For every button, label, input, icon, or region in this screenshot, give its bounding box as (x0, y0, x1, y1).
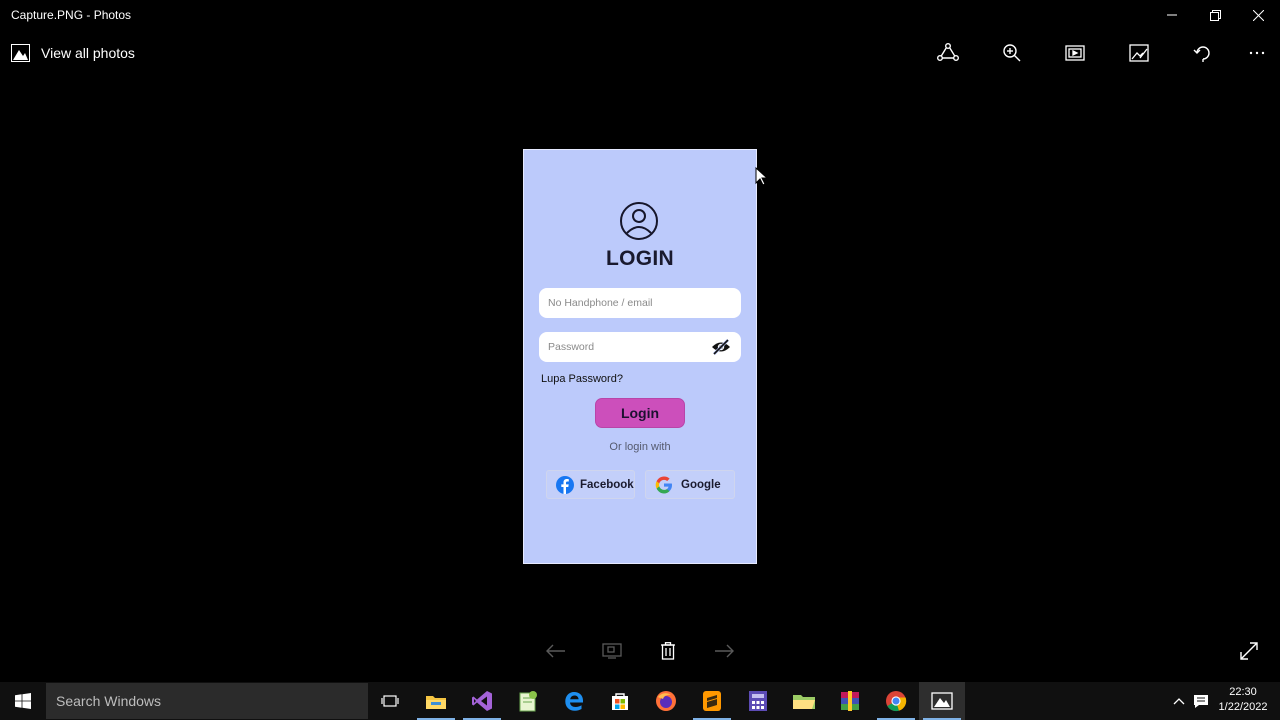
slideshow-button[interactable] (1060, 40, 1090, 66)
photos-app-bar: View all photos (0, 30, 1280, 76)
close-icon (1252, 9, 1264, 21)
zoom-icon (1003, 44, 1021, 62)
chrome-button[interactable] (873, 682, 919, 720)
share-icon (937, 43, 959, 61)
forgot-password-link[interactable]: Lupa Password? (541, 373, 623, 385)
chevron-up-icon (1173, 698, 1185, 705)
notification-icon (1194, 694, 1208, 708)
mouse-cursor-icon (755, 167, 767, 186)
windows-logo-icon (15, 693, 31, 709)
fullscreen-icon (1240, 642, 1258, 660)
taskbar-clock[interactable]: 22:30 1/22/2022 (1210, 685, 1276, 715)
task-view-button[interactable] (367, 682, 413, 720)
firefox-button[interactable] (643, 682, 689, 720)
close-button[interactable] (1236, 0, 1280, 30)
clock-date: 1/22/2022 (1218, 701, 1268, 713)
store-icon (612, 693, 628, 710)
photos-button[interactable] (919, 682, 965, 720)
visual-studio-button[interactable] (459, 682, 505, 720)
or-login-with-label: Or login with (609, 441, 671, 453)
arrow-left-icon (546, 644, 565, 658)
calculator-button[interactable] (735, 682, 781, 720)
eye-slash-icon[interactable] (711, 339, 731, 355)
taskbar-search-box[interactable] (46, 683, 368, 719)
visual-studio-icon (472, 691, 492, 711)
notepad-icon (519, 691, 537, 712)
sublime-text-button[interactable] (689, 682, 735, 720)
edge-button[interactable] (551, 682, 597, 720)
title-bar: Capture.PNG - Photos (0, 0, 1280, 30)
folder-button[interactable] (781, 682, 827, 720)
user-avatar-icon (620, 202, 658, 240)
winrar-button[interactable] (827, 682, 873, 720)
task-view-icon (381, 695, 399, 707)
more-icon (1249, 51, 1265, 55)
store-button[interactable] (597, 682, 643, 720)
login-heading: LOGIN (606, 247, 674, 270)
action-center-button[interactable] (1190, 682, 1212, 720)
login-button[interactable]: Login (595, 398, 685, 428)
file-explorer-button[interactable] (413, 682, 459, 720)
show-hidden-icons-button[interactable] (1168, 682, 1190, 720)
photos-icon (931, 692, 953, 710)
calculator-icon (749, 691, 767, 711)
view-all-photos-button[interactable]: View all photos (11, 43, 135, 63)
start-button[interactable] (0, 682, 46, 720)
chrome-icon (886, 691, 907, 712)
google-label: Google (681, 478, 721, 491)
share-button[interactable] (933, 40, 963, 66)
restore-icon (1209, 9, 1221, 21)
more-options-button[interactable] (1242, 40, 1272, 66)
sublime-icon (703, 691, 721, 711)
previous-photo-button[interactable] (542, 638, 570, 664)
winrar-icon (841, 691, 859, 711)
fullscreen-button[interactable] (1236, 638, 1262, 664)
phone-email-field[interactable] (539, 288, 741, 318)
rotate-icon (1193, 46, 1210, 62)
password-field[interactable] (539, 332, 741, 362)
folder-icon (793, 695, 815, 709)
view-all-photos-label: View all photos (41, 45, 135, 61)
minimize-button[interactable] (1150, 0, 1194, 30)
edge-icon (565, 692, 583, 711)
window-title: Capture.PNG - Photos (11, 8, 132, 22)
google-icon (655, 476, 672, 493)
facebook-label: Facebook (580, 478, 634, 491)
trash-icon (661, 642, 675, 660)
next-photo-button[interactable] (710, 638, 738, 664)
delete-button[interactable] (654, 638, 682, 664)
notepad-plus-button[interactable] (505, 682, 551, 720)
facebook-login-button[interactable]: Facebook (546, 470, 635, 499)
zoom-button[interactable] (997, 40, 1027, 66)
clock-time: 22:30 (1229, 686, 1257, 698)
file-explorer-icon (426, 696, 446, 709)
edit-icon (1129, 44, 1149, 62)
set-as-icon (602, 643, 622, 659)
taskbar-search-input[interactable] (46, 683, 368, 719)
edit-create-button[interactable] (1124, 40, 1154, 66)
google-login-button[interactable]: Google (645, 470, 735, 499)
photo-icon (11, 44, 30, 62)
set-as-button[interactable] (598, 638, 626, 664)
minimize-icon (1167, 14, 1177, 16)
displayed-photo: LOGIN Lupa Password? Login Or login with… (523, 149, 757, 564)
slideshow-icon (1065, 45, 1085, 61)
phone-email-input[interactable] (539, 288, 741, 318)
rotate-button[interactable] (1188, 40, 1218, 66)
restore-button[interactable] (1193, 0, 1237, 30)
facebook-icon (556, 475, 574, 494)
firefox-icon (656, 691, 676, 711)
arrow-right-icon (715, 644, 734, 658)
taskbar: 22:30 1/22/2022 (0, 682, 1280, 720)
